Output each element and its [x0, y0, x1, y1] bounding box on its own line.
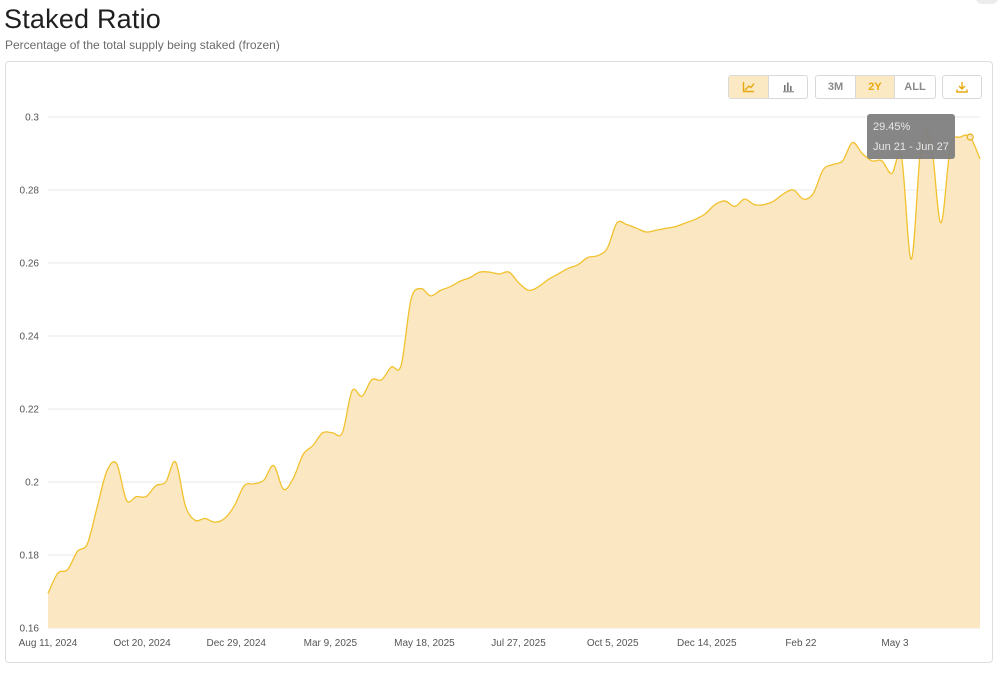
tooltip-value: 29.45%	[873, 121, 911, 133]
y-tick-label: 0.16	[20, 624, 40, 635]
y-tick-label: 0.24	[20, 332, 40, 343]
x-tick-label: Feb 22	[785, 638, 817, 649]
x-tick-label: Dec 14, 2025	[677, 638, 737, 649]
y-tick-label: 0.3	[25, 113, 39, 124]
x-tick-label: Oct 20, 2024	[113, 638, 171, 649]
x-tick-label: Mar 9, 2025	[304, 638, 358, 649]
y-tick-label: 0.2	[25, 478, 39, 489]
x-tick-label: Jul 27, 2025	[491, 638, 546, 649]
x-tick-label: Aug 11, 2024	[19, 638, 78, 649]
x-tick-label: Dec 29, 2024	[206, 638, 266, 649]
area-fill	[48, 130, 980, 628]
y-tick-label: 0.18	[20, 551, 40, 562]
x-tick-label: May 3	[881, 638, 909, 649]
chart-plot: 0.16 0.18 0.2 0.22 0.24 0.26 0.28 0.3 Aug 11, 2…	[19, 113, 981, 649]
x-tick-label: Oct 5, 2025	[587, 638, 639, 649]
tooltip-range: Jun 21 - Jun 27	[873, 141, 949, 153]
x-axis-labels: Aug 11, 2024 Oct 20, 2024 Dec 29, 2024 Mar …	[19, 638, 909, 649]
y-tick-label: 0.26	[20, 259, 40, 270]
y-tick-label: 0.22	[20, 405, 40, 416]
tooltip: 29.45% Jun 21 - Jun 27	[867, 114, 955, 159]
y-axis-labels: 0.16 0.18 0.2 0.22 0.24 0.26 0.28 0.3	[20, 113, 40, 635]
x-tick-label: May 18, 2025	[394, 638, 455, 649]
y-tick-label: 0.28	[20, 186, 40, 197]
hover-point	[966, 133, 974, 141]
